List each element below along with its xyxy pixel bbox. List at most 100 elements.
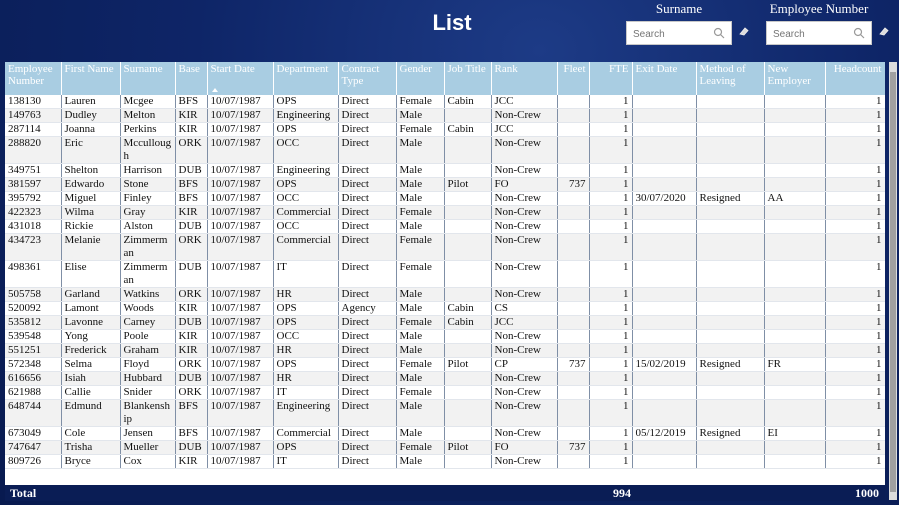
table-cell: 520092	[5, 301, 62, 316]
column-header[interactable]: Surname	[120, 62, 176, 95]
table-cell: 1	[589, 136, 633, 164]
table-cell: ORK	[175, 357, 208, 372]
table-cell: 1	[589, 329, 633, 344]
eraser-icon[interactable]	[738, 25, 750, 37]
table-cell: Trisha	[61, 440, 121, 455]
column-header[interactable]: Headcount	[825, 62, 885, 95]
column-header[interactable]: Gender	[396, 62, 445, 95]
table-cell: Male	[396, 426, 445, 441]
table-cell: Direct	[338, 163, 397, 178]
table-row[interactable]: 434723 Melanie Zimmerman ORK 10/07/1987 Comme…	[5, 233, 885, 261]
table-row[interactable]: 395792 Miguel Finley BFS 10/07/1987 OCC Direct…	[5, 191, 885, 206]
table-cell	[444, 426, 492, 441]
column-header[interactable]: Method of Leaving	[696, 62, 765, 95]
table-row[interactable]: 572348 Selma Floyd ORK 10/07/1987 OPS Direct Fe…	[5, 357, 885, 372]
table-cell: 1	[825, 191, 885, 206]
vertical-scrollbar[interactable]	[889, 62, 897, 500]
table-cell: 349751	[5, 163, 62, 178]
table-cell: Hubbard	[120, 371, 176, 386]
table-row[interactable]: 498361 Elise Zimmerman DUB 10/07/1987 IT Direc…	[5, 260, 885, 288]
table-row[interactable]: 747647 Trisha Mueller DUB 10/07/1987 OPS Direc…	[5, 440, 885, 455]
table-row[interactable]: 616656 Isiah Hubbard DUB 10/07/1987 HR Direct M…	[5, 371, 885, 386]
table-cell	[696, 343, 765, 358]
table-row[interactable]: 431018 Rickie Alston DUB 10/07/1987 OCC Direct…	[5, 219, 885, 234]
table-cell	[557, 399, 590, 427]
table-cell	[444, 454, 492, 469]
table-row[interactable]: 138130 Lauren Mcgee BFS 10/07/1987 OPS Direct F…	[5, 95, 885, 109]
table-cell: Direct	[338, 399, 397, 427]
column-header[interactable]: Exit Date	[632, 62, 697, 95]
table-cell: 10/07/1987	[207, 287, 274, 302]
table-cell: OPS	[273, 440, 339, 455]
table-row[interactable]: 673049 Cole Jensen BFS 10/07/1987 Commercial D…	[5, 426, 885, 441]
column-header[interactable]: Base	[175, 62, 208, 95]
table-row[interactable]: 287114 Joanna Perkins KIR 10/07/1987 OPS Direc…	[5, 122, 885, 137]
table-row[interactable]: 621988 Callie Snider ORK 10/07/1987 IT Direct F…	[5, 385, 885, 400]
column-header[interactable]: New Employer	[764, 62, 826, 95]
table-cell	[632, 385, 697, 400]
table-cell: CS	[491, 301, 558, 316]
table-cell: Resigned	[696, 357, 765, 372]
employee-table: Employee Number First Name Surname Base Star…	[5, 62, 885, 500]
table-cell	[444, 191, 492, 206]
table-cell: Non-Crew	[491, 399, 558, 427]
column-header[interactable]: Contract Type	[338, 62, 397, 95]
table-cell: Callie	[61, 385, 121, 400]
table-cell: AA	[764, 191, 826, 206]
table-row[interactable]: 809726 Bryce Cox KIR 10/07/1987 IT Direct Male N…	[5, 454, 885, 469]
table-cell	[696, 177, 765, 192]
column-header[interactable]: First Name	[61, 62, 121, 95]
table-cell: Resigned	[696, 191, 765, 206]
table-row[interactable]: 535812 Lavonne Carney DUB 10/07/1987 OPS Direc…	[5, 315, 885, 330]
sort-ascending-icon	[212, 88, 218, 92]
table-cell: Female	[396, 385, 445, 400]
table-cell: KIR	[175, 329, 208, 344]
table-cell	[764, 315, 826, 330]
table-cell: Graham	[120, 343, 176, 358]
table-cell: OCC	[273, 191, 339, 206]
table-cell	[696, 95, 765, 109]
column-header[interactable]: FTE	[589, 62, 633, 95]
table-row[interactable]: 349751 Shelton Harrison DUB 10/07/1987 Engine…	[5, 163, 885, 178]
column-header[interactable]: Job Title	[444, 62, 492, 95]
scrollbar-thumb[interactable]	[890, 72, 896, 492]
surname-search-box[interactable]	[626, 21, 732, 45]
table-row[interactable]: 648744 Edmund Blankenship BFS 10/07/1987 Engi…	[5, 399, 885, 427]
table-cell	[764, 163, 826, 178]
surname-slicer-label: Surname	[655, 1, 703, 16]
table-row[interactable]: 381597 Edwardo Stone BFS 10/07/1987 OPS Direct…	[5, 177, 885, 192]
employee-number-search-input[interactable]	[771, 23, 855, 45]
table-cell	[632, 95, 697, 109]
table-cell: ORK	[175, 287, 208, 302]
table-cell	[444, 163, 492, 178]
table-cell	[632, 287, 697, 302]
table-cell	[632, 205, 697, 220]
table-row[interactable]: 539548 Yong Poole KIR 10/07/1987 OCC Direct Mal…	[5, 329, 885, 344]
employee-number-slicer-label: Employee Number	[769, 1, 869, 16]
table-cell: Cabin	[444, 122, 492, 137]
table-row[interactable]: 149763 Dudley Melton KIR 10/07/1987 Engineeri…	[5, 108, 885, 123]
table-cell: 737	[557, 440, 590, 455]
column-header[interactable]: Fleet	[557, 62, 590, 95]
surname-search-input[interactable]	[631, 23, 715, 45]
table-cell: 1	[589, 385, 633, 400]
eraser-icon[interactable]	[878, 25, 890, 37]
table-cell: Direct	[338, 454, 397, 469]
table-row[interactable]: 505758 Garland Watkins ORK 10/07/1987 HR Direc…	[5, 287, 885, 302]
table-row[interactable]: 422323 Wilma Gray KIR 10/07/1987 Commercial Di…	[5, 205, 885, 220]
table-cell: KIR	[175, 205, 208, 220]
table-cell	[696, 233, 765, 261]
table-row[interactable]: 520092 Lamont Woods KIR 10/07/1987 OPS Agency M…	[5, 301, 885, 316]
table-cell	[696, 108, 765, 123]
table-row[interactable]: 288820 Eric Mccullough ORK 10/07/1987 OCC Dire…	[5, 136, 885, 164]
table-cell: JCC	[491, 122, 558, 137]
employee-number-search-box[interactable]	[766, 21, 872, 45]
table-cell: 1	[825, 136, 885, 164]
table-cell: Poole	[120, 329, 176, 344]
table-cell	[696, 219, 765, 234]
column-header[interactable]: Rank	[491, 62, 558, 95]
table-cell	[557, 329, 590, 344]
table-row[interactable]: 551251 Frederick Graham KIR 10/07/1987 HR Dire…	[5, 343, 885, 358]
column-header[interactable]: Department	[273, 62, 339, 95]
column-header[interactable]: Employee Number	[5, 62, 62, 95]
